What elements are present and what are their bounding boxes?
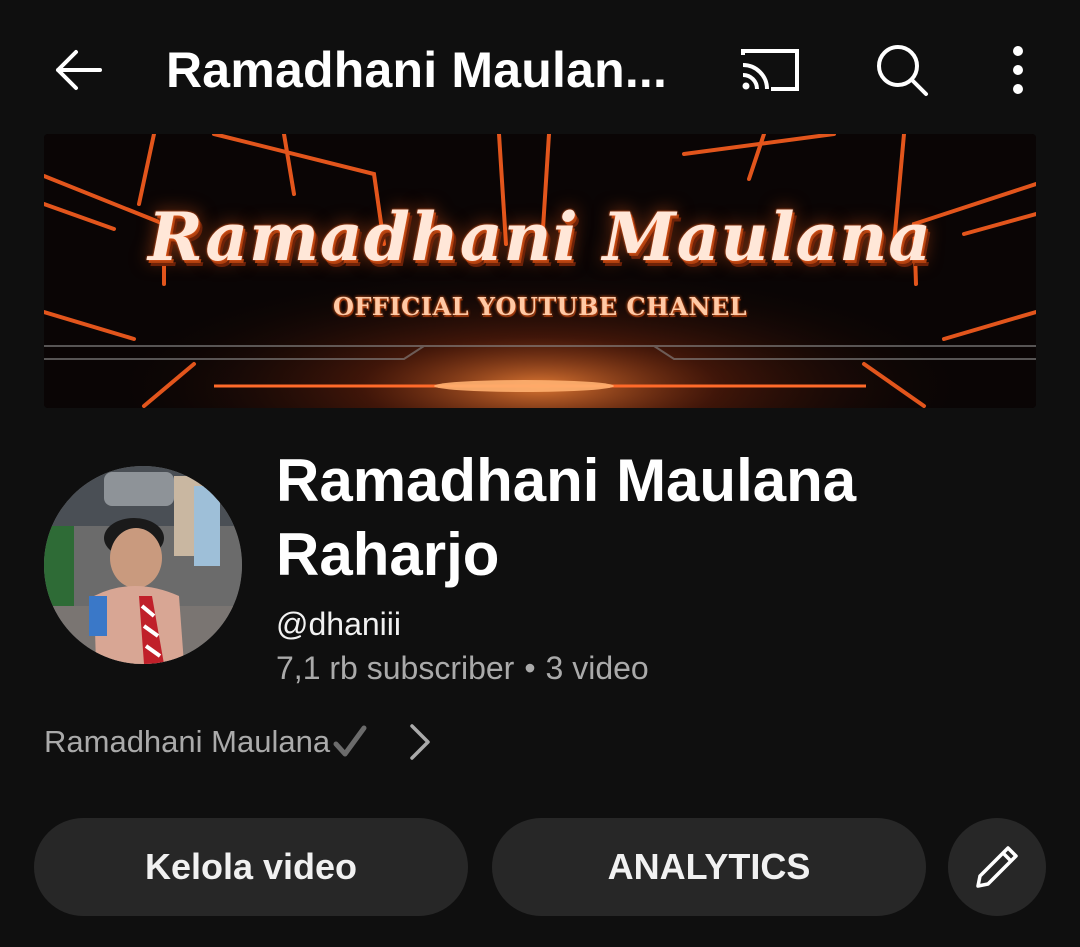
analytics-button[interactable]: ANALYTICS (492, 818, 926, 916)
back-button[interactable] (44, 36, 112, 104)
pencil-icon (976, 846, 1018, 888)
avatar-photo (44, 466, 242, 664)
channel-handle: @dhaniii (276, 606, 401, 642)
back-arrow-icon (56, 50, 102, 90)
channel-stats: 7,1 rb subscriber • 3 video (276, 646, 649, 690)
edit-channel-button[interactable] (948, 818, 1046, 916)
channel-banner: Ramadhani Maulana OFFICIAL YOUTUBE CHANE… (44, 134, 1036, 408)
cast-button[interactable] (734, 36, 806, 104)
channel-description: Ramadhani Maulana (44, 724, 331, 759)
search-button[interactable] (868, 36, 936, 104)
cast-icon (741, 49, 799, 91)
banner-title: Ramadhani Maulana (147, 198, 933, 276)
banner-subtitle: OFFICIAL YOUTUBE CHANEL (332, 292, 748, 321)
channel-name: Ramadhani Maulana Raharjo (276, 447, 857, 588)
video-count: 3 video (545, 650, 649, 686)
channel-page: Ramadhani Maulan... Ramadhani Maulana OF… (0, 0, 1080, 947)
subscriber-count: 7,1 rb subscriber (276, 650, 515, 686)
more-options-button[interactable] (990, 36, 1046, 104)
channel-avatar[interactable] (44, 466, 242, 664)
more-vertical-icon (1013, 46, 1023, 94)
channel-description-row[interactable]: Ramadhani Maulana (44, 716, 432, 768)
search-icon (877, 45, 928, 96)
stats-separator: • (524, 650, 536, 686)
manage-videos-button[interactable]: Kelola video (34, 818, 468, 916)
top-app-bar: Ramadhani Maulan... (0, 0, 1080, 136)
checkmark-icon (332, 724, 368, 760)
chevron-right-icon (408, 722, 432, 762)
page-title: Ramadhani Maulan... (166, 42, 668, 98)
